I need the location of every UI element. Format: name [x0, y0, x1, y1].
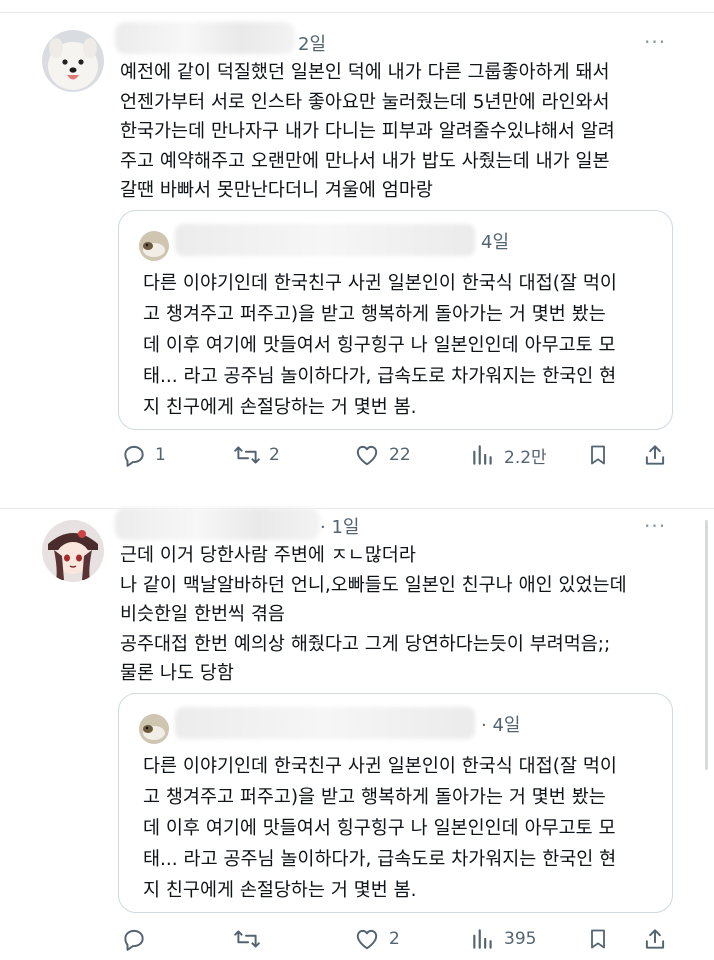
more-options-icon[interactable]: ···	[644, 514, 666, 538]
bookmark-icon	[591, 929, 605, 949]
action-bar: 2 395	[118, 924, 678, 954]
reply-button[interactable]: 1	[121, 440, 166, 470]
quoted-tweet[interactable]: · 4일 다른 이야기인데 한국친구 사귄 일본인이 한국식 대접(잘 먹이 고…	[118, 693, 673, 913]
animal-avatar-icon	[139, 714, 169, 744]
scrollbar[interactable]	[705, 520, 708, 770]
more-options-icon[interactable]: ···	[644, 30, 666, 54]
quote-timestamp[interactable]: · 4일	[481, 711, 520, 737]
bookmark-button[interactable]	[586, 440, 610, 470]
reply-button[interactable]	[121, 924, 155, 954]
share-icon	[645, 445, 665, 465]
timestamp[interactable]: 2일	[298, 30, 326, 56]
repost-count: 2	[269, 445, 280, 465]
quote-username-redacted[interactable]	[175, 224, 475, 256]
quote-text: 다른 이야기인데 한국친구 사귄 일본인이 한국식 대접(잘 먹이 고 챙겨주고…	[143, 756, 617, 901]
views-count: 2.2만	[504, 447, 547, 468]
like-icon	[356, 445, 378, 466]
action-bar: 1 2 22 2.2만	[118, 440, 678, 470]
quoted-tweet[interactable]: 4일 다른 이야기인데 한국친구 사귄 일본인이 한국식 대접(잘 먹이 고 챙…	[118, 210, 673, 430]
share-icon	[645, 929, 665, 949]
animal-avatar-icon	[139, 231, 169, 261]
bookmark-button[interactable]	[586, 924, 610, 954]
reply-count: 1	[155, 445, 166, 465]
like-icon	[356, 929, 378, 950]
views-count: 395	[504, 929, 537, 949]
like-button[interactable]: 2	[353, 924, 400, 954]
avatar[interactable]	[42, 30, 104, 92]
tweet-text: 근데 이거 당한사람 주변에 ㅈㄴ많더라 나 같이 맥날알바하던 언니,오빠들도…	[120, 545, 627, 684]
tweet[interactable]: · 1일 ··· 근데 이거 당한사람 주변에 ㅈㄴ많더라 나 같이 맥날알바하…	[0, 508, 714, 960]
avatar[interactable]	[42, 520, 104, 582]
bookmark-icon	[591, 445, 605, 465]
username-redacted[interactable]	[115, 508, 320, 540]
reply-icon	[124, 929, 144, 951]
samoyed-avatar-icon	[42, 30, 104, 92]
views-icon	[473, 445, 492, 465]
tweet[interactable]: 2일 ··· 예전에 같이 덕질했던 일본인 덕에 내가 다른 그룹좋아하게 돼…	[0, 0, 714, 490]
quote-timestamp[interactable]: 4일	[481, 228, 509, 254]
repost-button[interactable]: 2	[233, 440, 280, 470]
quote-username-redacted[interactable]	[175, 707, 475, 739]
repost-icon	[234, 930, 260, 948]
tweet-text: 예전에 같이 덕질했던 일본인 덕에 내가 다른 그룹좋아하게 돼서 언젠가부터…	[120, 62, 615, 201]
quote-avatar	[139, 714, 169, 744]
reply-icon	[124, 445, 144, 467]
views-button[interactable]: 395	[470, 924, 536, 954]
like-button[interactable]: 22	[353, 440, 411, 470]
timestamp[interactable]: · 1일	[320, 513, 359, 539]
quote-avatar	[139, 231, 169, 261]
quote-text: 다른 이야기인데 한국친구 사귄 일본인이 한국식 대접(잘 먹이 고 챙겨주고…	[143, 273, 617, 418]
like-count: 22	[389, 445, 411, 465]
repost-icon	[234, 446, 260, 464]
repost-button[interactable]	[233, 924, 269, 954]
anime-character-avatar-icon	[42, 520, 104, 582]
share-button[interactable]	[642, 440, 668, 470]
views-button[interactable]: 2.2만	[470, 440, 547, 470]
username-redacted[interactable]	[115, 22, 295, 54]
like-count: 2	[389, 929, 400, 949]
tweet-divider	[0, 508, 714, 509]
share-button[interactable]	[642, 924, 668, 954]
views-icon	[473, 929, 492, 949]
